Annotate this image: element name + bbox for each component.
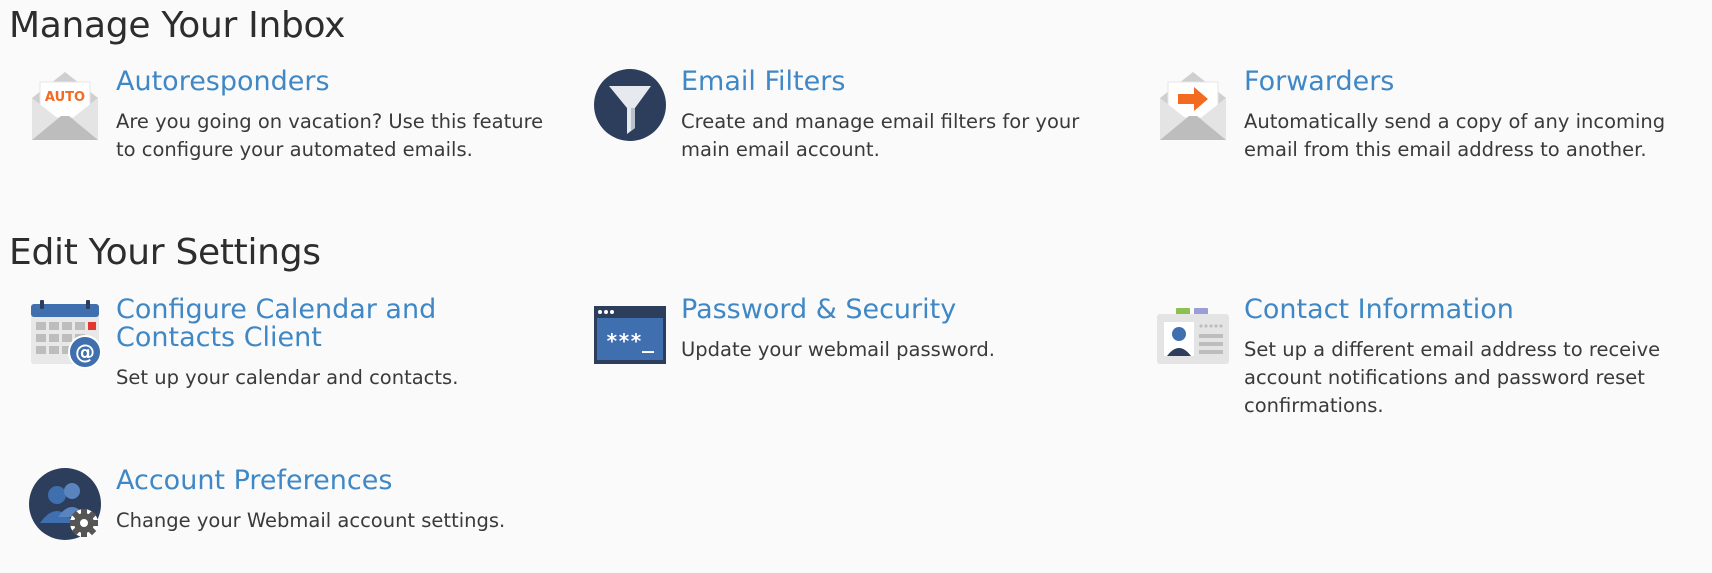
users-gear-icon[interactable] xyxy=(28,467,102,541)
section-title-manage-inbox: Manage Your Inbox xyxy=(9,5,346,46)
autoresponders-link[interactable]: Autoresponders xyxy=(116,68,546,96)
forward-envelope-icon[interactable] xyxy=(1156,68,1230,142)
contact-information-link[interactable]: Contact Information xyxy=(1244,296,1674,324)
configure-calendar-link[interactable]: Configure Calendar and Contacts Client xyxy=(116,296,546,352)
autoresponders-description: Are you going on vacation? Use this feat… xyxy=(116,110,544,161)
password-security-description: Update your webmail password. xyxy=(681,338,995,361)
configure-calendar-description: Set up your calendar and contacts. xyxy=(116,366,459,389)
forwarders-link[interactable]: Forwarders xyxy=(1244,68,1674,96)
auto-label: AUTO xyxy=(45,90,85,105)
webmail-settings-page: Manage Your Inbox AUTO Autoresponders Ar… xyxy=(0,0,1712,573)
account-preferences-link[interactable]: Account Preferences xyxy=(116,467,546,495)
svg-text:@: @ xyxy=(75,340,95,364)
forwarders-description: Automatically send a copy of any incomin… xyxy=(1244,110,1666,161)
section-title-edit-settings: Edit Your Settings xyxy=(9,232,321,273)
contact-information-description: Set up a different email address to rece… xyxy=(1244,338,1661,417)
email-filters-link[interactable]: Email Filters xyxy=(681,68,1111,96)
password-terminal-icon[interactable]: ***_ xyxy=(593,296,667,370)
email-filters-description: Create and manage email filters for your… xyxy=(681,110,1080,161)
calendar-at-icon[interactable]: @ xyxy=(28,296,102,370)
contact-card-icon[interactable] xyxy=(1156,296,1230,370)
funnel-icon[interactable] xyxy=(593,68,667,142)
password-security-link[interactable]: Password & Security xyxy=(681,296,1111,324)
account-preferences-description: Change your Webmail account settings. xyxy=(116,509,506,532)
autoresponder-envelope-icon[interactable]: AUTO xyxy=(28,68,102,142)
password-mask-text: ***_ xyxy=(606,329,655,353)
